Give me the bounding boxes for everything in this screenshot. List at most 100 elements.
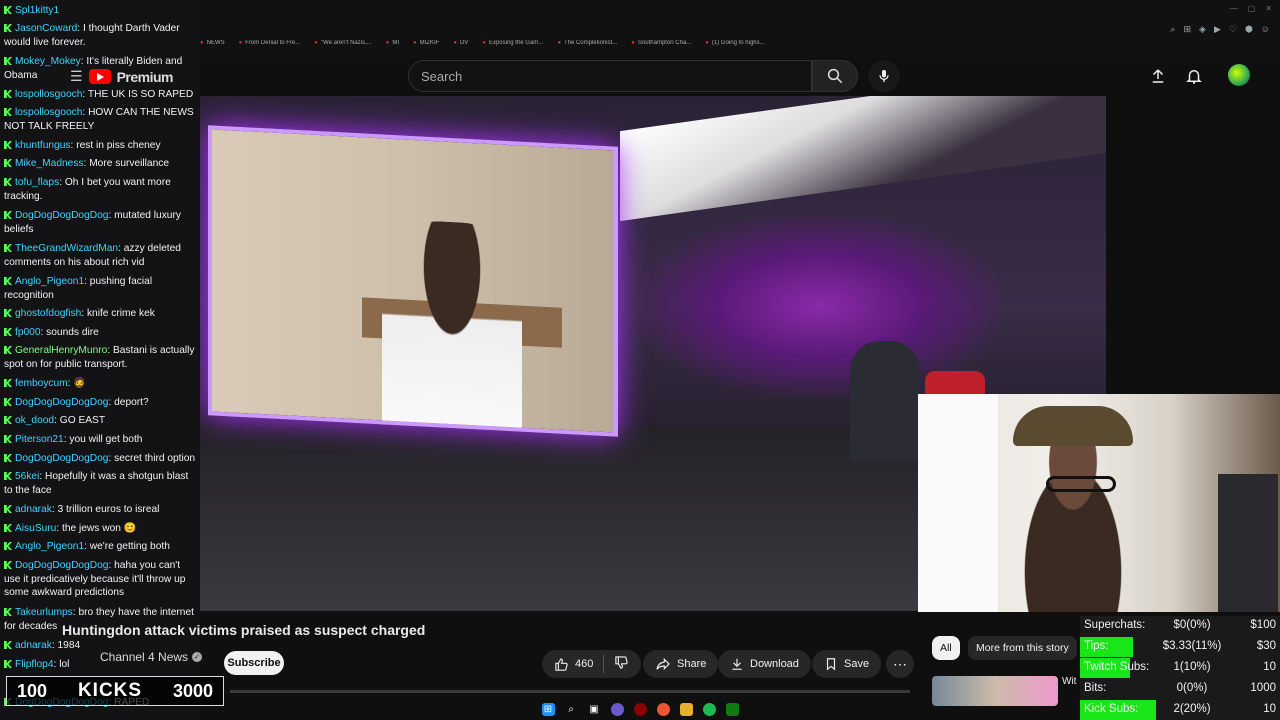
kick-badge-icon <box>4 660 12 668</box>
kick-counter: 100 KICKS 3000 <box>6 676 224 706</box>
xbox-icon[interactable] <box>725 702 739 716</box>
video-progress-bar[interactable] <box>230 690 910 693</box>
extension-icon[interactable]: ⊞ <box>1183 24 1191 35</box>
more-actions-button[interactable]: ⋯ <box>886 650 914 678</box>
chat-username[interactable]: DogDogDogDogDog <box>15 397 108 408</box>
chat-username[interactable]: Anglo_Pigeon1 <box>15 276 84 287</box>
notifications-button[interactable] <box>1182 64 1206 88</box>
bookmark-item[interactable]: MIZKIF <box>413 40 440 52</box>
chat-username[interactable]: Spl1kitty1 <box>15 5 59 16</box>
kick-badge-icon <box>4 277 12 285</box>
chat-text: More surveillance <box>89 158 170 169</box>
chat-username[interactable]: khuntfungus <box>15 140 71 151</box>
download-button[interactable]: Download <box>718 650 811 678</box>
chat-username[interactable]: femboycum <box>15 378 68 389</box>
obs-icon[interactable] <box>633 702 647 716</box>
bookmark-item[interactable]: From Denial to Fre... <box>239 40 300 52</box>
chat-username[interactable]: 56kei <box>15 471 39 482</box>
extension-icon[interactable]: ▶ <box>1214 24 1221 35</box>
bookmark-item[interactable]: MI <box>386 40 399 52</box>
chat-username[interactable]: Anglo_Pigeon1 <box>15 541 84 552</box>
chat-username[interactable]: tofu_flaps <box>15 177 59 188</box>
chat-message: DogDogDogDogDog: deport? <box>4 396 198 410</box>
chat-username[interactable]: Takeurlumps <box>15 607 73 618</box>
taskbar: ⊞ ⌕ ▣ <box>240 698 1040 720</box>
dislike-button[interactable] <box>614 655 629 673</box>
share-button[interactable]: Share <box>643 650 719 678</box>
chat-username[interactable]: DogDogDogDogDog <box>15 560 108 571</box>
bookmark-item[interactable]: "We aren't Nazis,... <box>314 40 372 52</box>
chip-more-from-story[interactable]: More from this story <box>968 636 1077 660</box>
chip-all[interactable]: All <box>932 636 960 660</box>
chat-username[interactable]: ghostofdogfish <box>15 308 81 319</box>
chat-username[interactable]: AisuSuru <box>15 523 56 534</box>
chat-username[interactable]: GeneralHenryMunro <box>15 345 107 356</box>
extension-icon[interactable]: ⬢ <box>1245 24 1253 35</box>
chat-username[interactable]: DogDogDogDogDog <box>15 210 108 221</box>
chat-username[interactable]: adnarak <box>15 640 52 651</box>
create-button[interactable] <box>1146 64 1170 88</box>
bookmark-item[interactable]: NEWS <box>200 40 225 52</box>
zoom-icon[interactable]: ⌕ <box>1170 24 1175 35</box>
save-button[interactable]: Save <box>812 650 882 678</box>
kick-badge-icon <box>4 141 12 149</box>
chrome-icon[interactable] <box>656 702 670 716</box>
chat-username[interactable]: Piterson21 <box>15 434 64 445</box>
chat-message: 56kei: Hopefully it was a shotgun blast … <box>4 471 189 496</box>
kick-badge-icon <box>4 542 12 550</box>
like-button[interactable]: 460 <box>554 657 593 672</box>
chat-username[interactable]: lospollosgooch <box>15 107 82 118</box>
spotify-icon[interactable] <box>702 702 716 716</box>
kick-badge-icon <box>4 641 12 649</box>
task-view-icon[interactable]: ▣ <box>588 703 601 716</box>
voice-search-button[interactable] <box>868 60 900 92</box>
chat-text: lol <box>59 659 70 670</box>
chat-message: adnarak: 3 trillion euros to isreal <box>4 503 198 517</box>
chat-username[interactable]: JasonCoward <box>15 23 77 34</box>
minimize-icon[interactable]: — <box>1230 4 1238 13</box>
subscribe-button[interactable]: Subscribe <box>224 651 284 675</box>
extension-icon[interactable]: ◈ <box>1199 24 1206 35</box>
chat-text: you will get both <box>69 434 143 445</box>
discord-icon[interactable] <box>610 702 624 716</box>
profile-icon[interactable]: ☺ <box>1261 24 1270 35</box>
chat-username[interactable]: ok_dood <box>15 415 54 426</box>
bookmark-item[interactable]: The Completionist... <box>557 40 617 52</box>
microphone-icon <box>879 70 889 82</box>
bookmark-item[interactable]: (1) Going to highs... <box>705 40 765 52</box>
channel-name[interactable]: Channel 4 News ✓ <box>100 650 203 664</box>
bookmark-item[interactable]: DV <box>453 40 468 52</box>
chat-message: Mike_Madness: More surveillance <box>4 157 198 171</box>
chat-username[interactable]: fp000 <box>15 327 41 338</box>
chat-text: THE UK IS SO RAPED <box>87 89 194 100</box>
bookmark-item[interactable]: Exposing the Gam... <box>482 40 543 52</box>
goal-target: $100 <box>1250 619 1276 631</box>
recommended-title[interactable]: Wit <box>1062 676 1076 687</box>
video-title: Huntingdon attack victims praised as sus… <box>62 622 426 638</box>
chat-username[interactable]: Mike_Madness <box>15 158 84 169</box>
maximize-icon[interactable]: ▢ <box>1248 4 1256 13</box>
search-input[interactable]: Search <box>408 60 812 92</box>
search-icon <box>827 68 843 84</box>
chat-message: Anglo_Pigeon1: pushing facial recognitio… <box>4 276 153 301</box>
kick-badge-icon <box>4 24 12 32</box>
share-icon <box>656 657 670 671</box>
chat-username[interactable]: TheeGrandWizardMan <box>15 243 118 254</box>
windows-start-icon[interactable]: ⊞ <box>541 702 555 716</box>
chat-username[interactable]: adnarak <box>15 504 52 515</box>
kick-badge-icon <box>4 472 12 480</box>
search-button[interactable] <box>812 60 858 92</box>
chat-username[interactable]: lospollosgooch <box>15 89 82 100</box>
bookmark-star-icon[interactable]: ♡ <box>1229 24 1237 35</box>
chat-username[interactable]: Flipflop4 <box>15 659 54 670</box>
file-explorer-icon[interactable] <box>679 702 693 716</box>
bookmark-item[interactable]: Southampton Cha... <box>631 40 691 52</box>
close-icon[interactable]: ✕ <box>1265 4 1272 13</box>
chat-username[interactable]: DogDogDogDogDog <box>15 453 108 464</box>
goal-label: Bits: <box>1084 682 1107 694</box>
goal-label: Twitch Subs: <box>1084 661 1150 673</box>
chat-message: ghostofdogfish: knife crime kek <box>4 307 198 321</box>
avatar[interactable] <box>1228 64 1250 86</box>
chat-username[interactable]: Mokey_Mokey <box>15 56 81 67</box>
search-icon[interactable]: ⌕ <box>565 703 578 716</box>
